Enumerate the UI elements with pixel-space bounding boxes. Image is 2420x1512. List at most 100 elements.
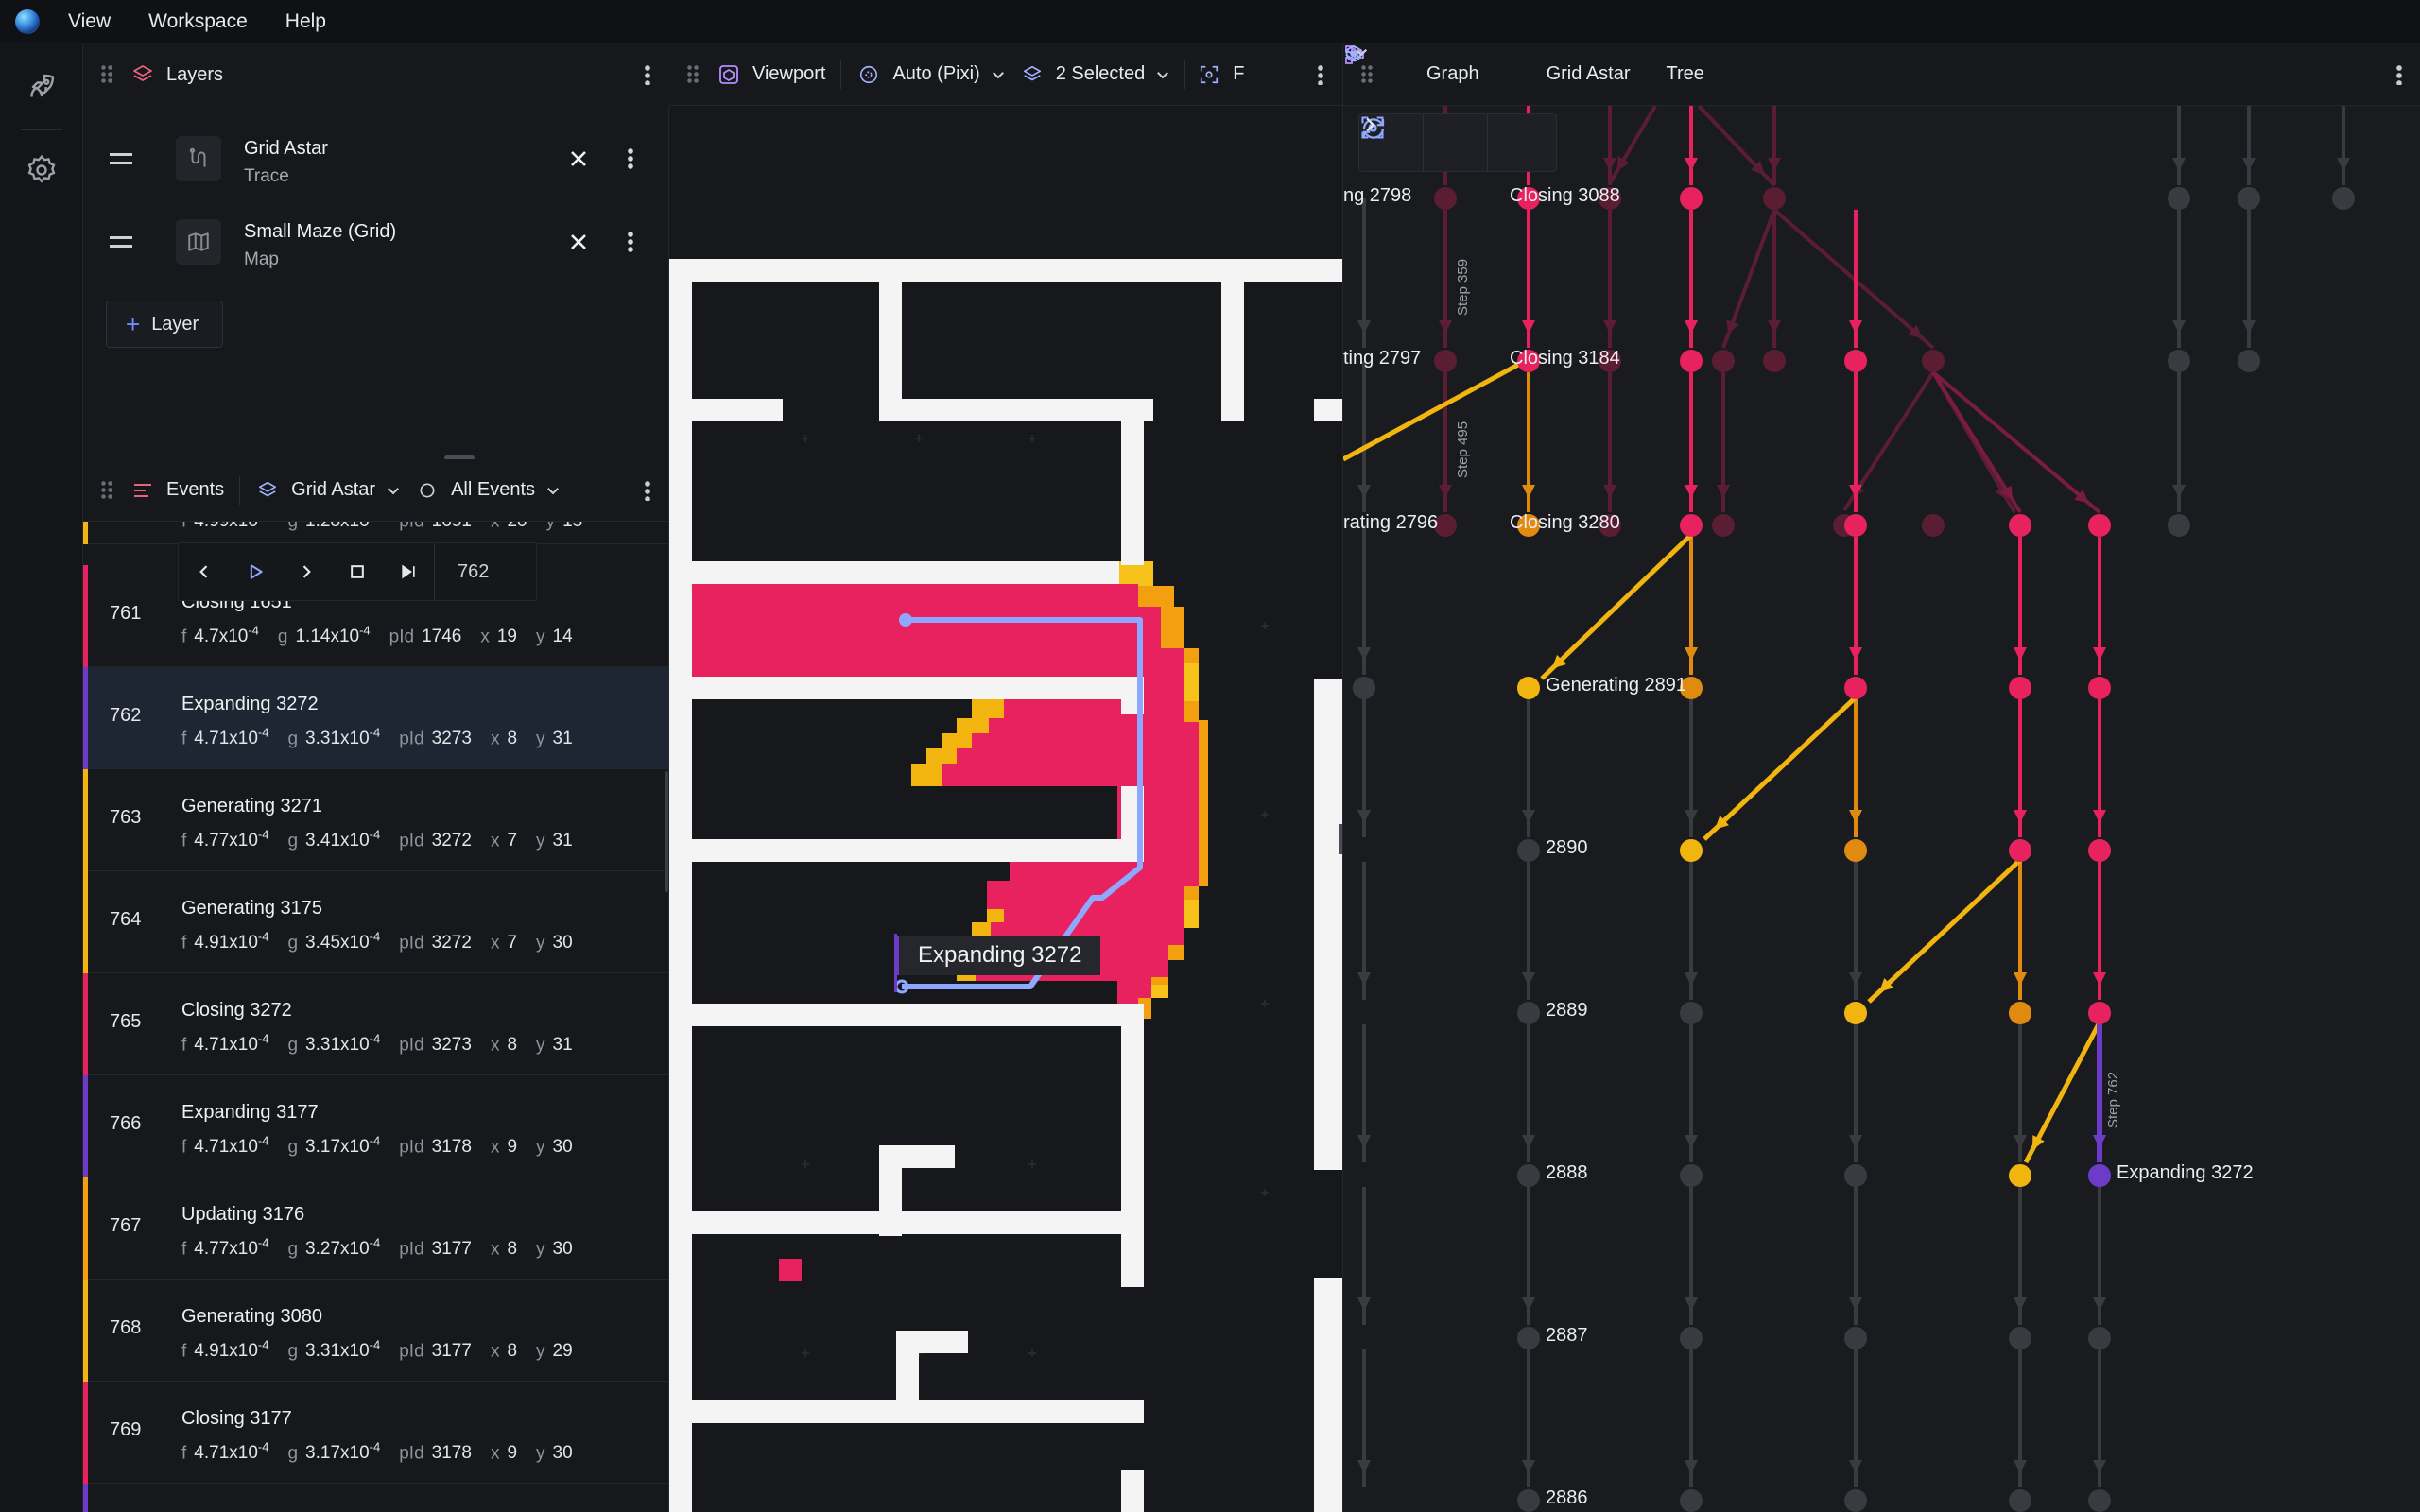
graph-layer-select[interactable]: Grid Astar [1547,63,1631,85]
layer-menu-icon[interactable] [628,231,633,253]
graph-node [1434,350,1457,372]
f-value: 4.91x10-4 [194,930,269,954]
plus-icon: + [126,310,141,338]
graph-node [1844,1164,1867,1187]
layer-type: Trace [244,166,289,186]
event-row[interactable]: Expanding 3080 [83,1484,668,1512]
y-value: 31 [552,729,573,749]
event-step: 769 [110,1419,142,1440]
maze-canvas[interactable] [669,106,1342,1512]
chevron-right-icon[interactable] [1366,114,1552,171]
f-value: 4.77x10-4 [194,1236,269,1260]
event-type-bar [83,769,88,871]
drag-handle-icon[interactable] [1360,63,1374,85]
menu-help[interactable]: Help [285,10,326,33]
skip-to-end-button[interactable] [383,543,434,600]
current-step-input[interactable]: 762 [434,543,519,600]
event-step: 766 [110,1113,142,1134]
event-type-bar [83,1075,88,1177]
close-icon[interactable] [567,231,590,253]
events-scrollbar[interactable] [665,771,668,892]
focus-icon[interactable] [1197,62,1221,87]
chevron-down-icon[interactable] [1154,66,1171,83]
chevron-down-icon[interactable] [385,482,402,499]
layers-icon [1020,62,1045,87]
events-menu-icon[interactable] [645,480,650,501]
event-type-bar [83,667,88,769]
gear-icon[interactable] [25,153,59,187]
graph-node [1517,1164,1540,1187]
drag-handle-icon[interactable] [100,479,113,501]
layer-item[interactable]: Small Maze (Grid) Map [83,204,669,280]
events-panel: f4.99x10-4g1.28x10-4pId1651x20y13 761 Cl… [83,459,669,1512]
y-value: 31 [552,831,573,851]
focus-icon[interactable] [1361,114,1488,171]
g-value: 1.14x10-4 [295,624,371,647]
event-row[interactable]: 763 Generating 3271 f 4.77x10-4 g 3.41x10-4… [83,769,668,871]
layer-item[interactable]: Grid Astar Trace [83,121,669,197]
graph-node [1680,1489,1703,1512]
reorder-handle-icon[interactable] [110,236,132,248]
graph-icon [1345,45,1415,87]
play-button[interactable] [230,543,281,600]
events-layer-select[interactable]: Grid Astar [291,479,375,501]
event-row[interactable]: 766 Expanding 3177 f 4.71x10-4 g 3.17x10-4 p… [83,1075,668,1177]
event-row[interactable]: 767 Updating 3176 f 4.77x10-4 g 3.27x10-4 pI… [83,1177,668,1280]
event-step: 761 [110,603,142,624]
graph-node [1922,514,1945,537]
event-row[interactable]: 765 Closing 3272 f 4.71x10-4 g 3.31x10-4 pId… [83,973,668,1075]
graph-node [1712,350,1735,372]
events-filter-select[interactable]: All Events [451,479,535,501]
tree-graph[interactable] [1343,43,2420,1512]
viewport-menu-icon[interactable] [1318,64,1323,85]
truncated-tab[interactable]: F [1233,63,1244,85]
reorder-handle-icon[interactable] [110,153,132,164]
drag-handle-icon[interactable] [686,63,700,85]
event-row[interactable]: 768 Generating 3080 f 4.91x10-4 g 3.31x10-4… [83,1280,668,1382]
graph-node [1922,350,1945,372]
edge-step-label: Step 762 [2105,1071,2121,1128]
event-meta: f 4.71x10-4 g 3.17x10-4 pId 3178 x 9 y 30 [182,1440,573,1464]
event-type-bar [83,871,88,973]
menu-workspace[interactable]: Workspace [148,10,248,33]
graph-menu-icon[interactable] [2396,64,2402,85]
pid-value: 3177 [431,1341,472,1362]
f-value: 4.71x10-4 [194,726,269,749]
pid-value: 3178 [431,1137,472,1158]
node-label: 2887 [1546,1325,1588,1346]
x-value: 19 [496,627,517,647]
event-row[interactable]: 764 Generating 3175 f 4.91x10-4 g 3.45x10-4… [83,871,668,973]
x-value: 8 [507,1341,518,1362]
event-title: Expanding 3177 [182,1102,319,1123]
rocket-icon[interactable] [25,70,59,104]
layers-menu-icon[interactable] [645,64,650,85]
renderer-select[interactable]: Auto (Pixi) [892,63,979,85]
chevron-down-icon[interactable] [1353,43,1370,60]
events-list-icon [130,478,155,503]
stop-button[interactable] [332,543,383,600]
event-row[interactable]: 762 Expanding 3272 f 4.71x10-4 g 3.31x10-4 p… [83,667,668,769]
graph-node [1763,187,1786,210]
add-layer-button[interactable]: + Layer [106,301,223,348]
close-icon[interactable] [567,147,590,170]
chevron-down-icon[interactable] [544,482,562,499]
events-header: Events Grid Astar All Events [83,459,668,522]
event-step: 768 [110,1317,142,1338]
event-meta: f 4.91x10-4 g 3.45x10-4 pId 3272 x 7 y 30 [182,930,573,954]
pid-value: 3177 [431,1239,472,1260]
graph-node [1844,1489,1867,1512]
step-forward-button[interactable] [281,543,332,600]
event-meta: f 4.71x10-4 g 3.17x10-4 pId 3178 x 9 y 30 [182,1134,573,1158]
side-rail [0,43,83,1512]
events-title: Events [166,479,225,500]
viewport-panel: Viewport Auto (Pixi) 2 Selected F Expand… [669,43,1342,1512]
drag-handle-icon[interactable] [100,64,113,85]
y-value: 29 [552,1341,573,1362]
chevron-down-icon[interactable] [990,66,1007,83]
selection-select[interactable]: 2 Selected [1056,63,1146,85]
menu-view[interactable]: View [68,10,111,33]
graph-mode-select[interactable]: Tree [1667,63,1704,85]
step-back-button[interactable] [179,543,230,600]
layer-menu-icon[interactable] [628,147,633,170]
event-row[interactable]: 769 Closing 3177 f 4.71x10-4 g 3.17x10-4 pId… [83,1382,668,1484]
